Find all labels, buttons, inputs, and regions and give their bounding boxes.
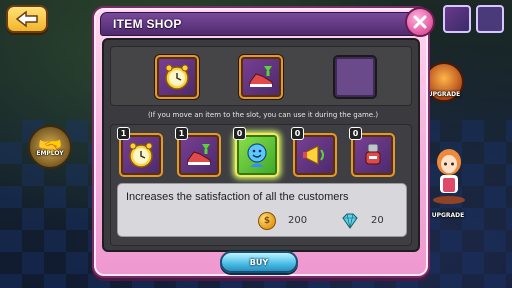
close-button[interactable] <box>405 7 435 37</box>
slot-hint-text: (If you move an item to the slot, you ca… <box>147 111 379 119</box>
panel-title: ITEM SHOP <box>113 17 182 31</box>
coin-icon: $ <box>258 212 276 230</box>
top-item-slot-1[interactable] <box>443 5 471 33</box>
staff-character-icon[interactable] <box>430 148 468 204</box>
price-coins: 200 <box>288 215 308 226</box>
item-count: 0 <box>349 127 362 140</box>
alarm-clock-icon <box>165 64 189 90</box>
panel-header: ITEM SHOP <box>100 12 422 36</box>
item-count: 0 <box>233 127 246 140</box>
equipped-slots-row <box>110 46 412 106</box>
item-speed-shoe[interactable]: 1 <box>175 127 221 177</box>
item-count: 1 <box>117 127 130 140</box>
happy-face-icon <box>247 143 267 167</box>
employ-button[interactable]: 🤝 <box>28 125 72 169</box>
alarm-clock-icon <box>129 142 153 168</box>
price-gems: 20 <box>371 215 384 226</box>
gem-icon <box>342 213 358 229</box>
speed-shoe-icon <box>187 144 211 165</box>
equipped-slot-2[interactable] <box>239 55 283 99</box>
item-count: 0 <box>291 127 304 140</box>
equipped-slot-1[interactable] <box>155 55 199 99</box>
employ-label: EMPLOY <box>36 150 64 157</box>
item-list: 1 1 0 0 0 Increases the satisfaction of … <box>110 124 412 246</box>
item-count: 1 <box>175 127 188 140</box>
close-icon <box>413 15 427 29</box>
item-description: Increases the satisfaction of all the cu… <box>126 191 349 203</box>
magnet-icon <box>365 143 381 165</box>
equipped-slot-3-empty[interactable] <box>333 55 377 99</box>
item-megaphone[interactable]: 0 <box>291 127 337 177</box>
buy-label: BUY <box>249 257 269 267</box>
item-happy-face[interactable]: 0 <box>233 127 279 177</box>
item-description-box: Increases the satisfaction of all the cu… <box>117 183 407 237</box>
item-alarm-clock[interactable]: 1 <box>117 127 163 177</box>
megaphone-icon <box>303 145 324 165</box>
top-item-slot-2[interactable] <box>476 5 504 33</box>
speed-shoe-icon <box>249 66 273 87</box>
shop-body: (If you move an item to the slot, you ca… <box>102 38 420 252</box>
item-shop-panel: ITEM SHOP (If you move an item to the sl… <box>92 6 435 278</box>
back-arrow-icon <box>15 10 38 28</box>
back-button[interactable] <box>6 5 48 33</box>
item-magnet[interactable]: 0 <box>349 127 395 177</box>
buy-button[interactable]: BUY <box>220 251 298 273</box>
